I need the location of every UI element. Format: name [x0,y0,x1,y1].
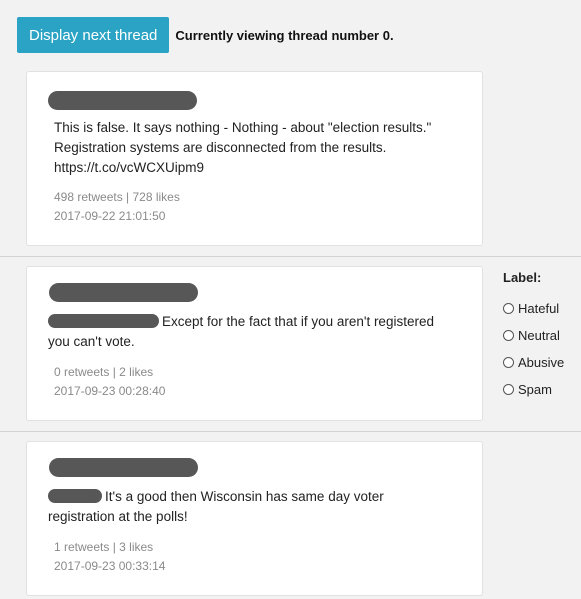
tweet-meta: 0 retweets | 2 likes 2017-09-23 00:28:40 [54,363,165,401]
top-bar: Display next thread Currently viewing th… [17,17,394,53]
tweet-meta: 1 retweets | 3 likes 2017-09-23 00:33:14 [54,538,165,576]
tweet-card: This is false. It says nothing - Nothing… [26,71,483,246]
tweet-timestamp: 2017-09-22 21:01:50 [54,209,166,223]
redacted-author-name [49,458,198,477]
radio-button[interactable] [503,357,514,368]
label-option-neutral[interactable]: Neutral [503,322,564,349]
tweet-stats: 1 retweets | 3 likes [54,540,154,554]
tweet-meta: 498 retweets | 728 likes 2017-09-22 21:0… [54,188,180,226]
label-panel: Label: Hateful Neutral Abusive Spam [503,270,564,403]
label-option-text: Neutral [518,328,560,343]
redacted-mention [48,314,159,328]
redacted-author-name [48,91,197,110]
label-option-spam[interactable]: Spam [503,376,564,403]
tweet-text: This is false. It says nothing - Nothing… [54,120,432,175]
radio-button[interactable] [503,384,514,395]
tweet-timestamp: 2017-09-23 00:28:40 [54,384,166,398]
tweet-stats: 0 retweets | 2 likes [54,365,154,379]
tweet-card: Except for the fact that if you aren't r… [26,266,483,421]
radio-button[interactable] [503,330,514,341]
radio-button[interactable] [503,303,514,314]
thread-divider [0,256,581,257]
tweet-text-container: It's a good then Wisconsin has same day … [48,487,448,527]
thread-status-text: Currently viewing thread number 0. [175,27,394,43]
label-option-text: Hateful [518,301,560,316]
label-option-text: Spam [518,382,552,397]
label-title: Label: [503,270,542,285]
label-option-text: Abusive [518,355,565,370]
label-option-abusive[interactable]: Abusive [503,349,564,376]
thread-divider [0,431,581,432]
redacted-mention [48,489,102,503]
tweet-stats: 498 retweets | 728 likes [54,190,180,204]
tweet-text-container: Except for the fact that if you aren't r… [48,312,448,352]
label-option-hateful[interactable]: Hateful [503,295,564,322]
redacted-author-name [49,283,198,302]
display-next-thread-button[interactable]: Display next thread [17,17,170,53]
tweet-card: It's a good then Wisconsin has same day … [26,441,483,596]
tweet-timestamp: 2017-09-23 00:33:14 [54,559,166,573]
